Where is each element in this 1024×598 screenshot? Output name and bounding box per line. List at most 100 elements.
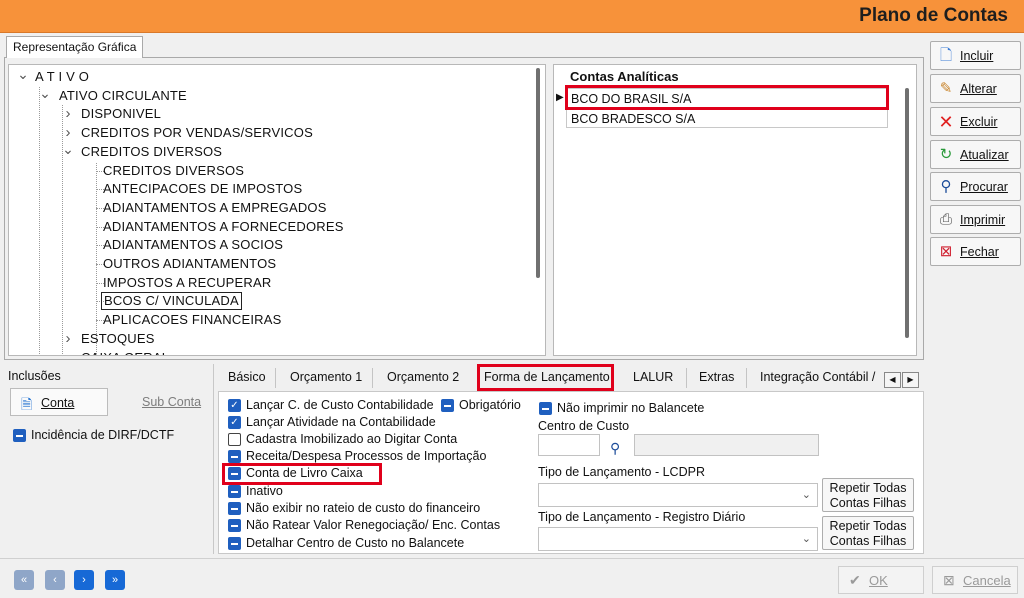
centro-custo-input[interactable] bbox=[538, 434, 600, 456]
detalhar-label: Detalhar Centro de Custo no Balancete bbox=[246, 536, 465, 550]
atividade-label: Lançar Atividade na Contabilidade bbox=[246, 415, 436, 429]
custo-label: Lançar C. de Custo Contabilidade bbox=[246, 398, 434, 412]
tree-node[interactable]: CREDITOS DIVERSOS bbox=[103, 162, 244, 180]
tree-node[interactable]: ADIANTAMENTOS A EMPREGADOS bbox=[103, 199, 327, 217]
nao-imprimir-checkbox[interactable] bbox=[539, 402, 552, 415]
tree-node[interactable]: ANTECIPACOES DE IMPOSTOS bbox=[103, 180, 302, 198]
ok-button[interactable]: ✔ OK bbox=[838, 566, 924, 594]
tab-scroll-arrows: ◀ ▶ bbox=[884, 372, 920, 388]
refresh-icon: ↻ bbox=[939, 146, 953, 163]
detalhar-checkbox[interactable] bbox=[228, 537, 241, 550]
cancel-icon: ⊠ bbox=[943, 572, 955, 588]
row-pointer-icon: ▶ bbox=[556, 92, 564, 103]
add-document-icon: 🗎 bbox=[21, 396, 33, 412]
inativo-label: Inativo bbox=[246, 484, 283, 498]
grid-scrollbar[interactable] bbox=[905, 88, 909, 338]
inclusoes-title: Inclusões bbox=[8, 369, 61, 383]
repetir-diario-button[interactable]: Repetir Todas Contas Filhas bbox=[822, 516, 914, 550]
tree-node[interactable]: APLICACOES FINANCEIRAS bbox=[103, 311, 282, 329]
tree-node[interactable]: CREDITOS POR VENDAS/SERVICOS bbox=[81, 124, 313, 142]
highlight-box-livro-caixa bbox=[222, 463, 382, 485]
imobilizado-label: Cadastra Imobilizado ao Digitar Conta bbox=[246, 432, 458, 446]
tab-lalur[interactable]: LALUR bbox=[633, 367, 673, 389]
tab-orcamento-1[interactable]: Orçamento 1 bbox=[290, 367, 362, 389]
tab-integracao-contabil[interactable]: Integração Contábil / bbox=[760, 367, 875, 389]
tree-node[interactable]: CAIXA GERAL bbox=[81, 349, 169, 356]
custo-checkbox[interactable]: ✓ bbox=[228, 399, 241, 412]
chevron-right-icon[interactable]: › bbox=[62, 124, 74, 142]
procurar-button[interactable]: ⚲ Procurar bbox=[930, 172, 1021, 201]
tree-node[interactable]: CREDITOS DIVERSOS bbox=[81, 143, 222, 161]
dirf-checkbox[interactable] bbox=[13, 429, 26, 442]
account-tree[interactable]: ⌄ A T I V O ⌄ ATIVO CIRCULANTE › DISPONIVEL › C… bbox=[8, 64, 546, 356]
tree-node[interactable]: ATIVO CIRCULANTE bbox=[59, 87, 187, 105]
tree-node[interactable]: ADIANTAMENTOS A SOCIOS bbox=[103, 236, 283, 254]
binoculars-icon: ⚲ bbox=[940, 178, 952, 195]
previous-record-icon[interactable]: ‹ bbox=[45, 570, 65, 590]
grid-header: Contas Analíticas bbox=[570, 69, 679, 84]
tree-node[interactable]: OUTROS ADIANTAMENTOS bbox=[103, 255, 276, 273]
tab-scroll-left-icon[interactable]: ◀ bbox=[884, 372, 901, 388]
next-record-icon[interactable]: › bbox=[74, 570, 94, 590]
tab-orcamento-2[interactable]: Orçamento 2 bbox=[387, 367, 459, 389]
tipo-lcdpr-select[interactable]: ⌄ bbox=[538, 483, 818, 507]
conta-button[interactable]: 🗎 Conta bbox=[10, 388, 108, 416]
sub-conta-button[interactable]: Sub Conta bbox=[112, 388, 210, 416]
tab-scroll-right-icon[interactable]: ▶ bbox=[902, 372, 919, 388]
tipo-diario-label: Tipo de Lançamento - Registro Diário bbox=[538, 510, 746, 524]
grid-row[interactable]: BCO BRADESCO S/A bbox=[566, 108, 888, 128]
close-window-icon: ⊠ bbox=[939, 243, 953, 260]
obrigatorio-checkbox[interactable] bbox=[441, 399, 454, 412]
receita-checkbox[interactable] bbox=[228, 450, 241, 463]
inativo-checkbox[interactable] bbox=[228, 485, 241, 498]
centro-custo-description bbox=[634, 434, 819, 456]
nao-rateio-checkbox[interactable] bbox=[228, 502, 241, 515]
incluir-button[interactable]: 🗋 Incluir bbox=[930, 41, 1021, 70]
chevron-down-icon[interactable]: ⌄ bbox=[62, 142, 74, 161]
window-title: Plano de Contas bbox=[859, 5, 1008, 26]
tab-extras[interactable]: Extras bbox=[699, 367, 734, 389]
dirf-label: Incidência de DIRF/DCTF bbox=[31, 428, 175, 442]
binoculars-search-icon[interactable]: ⚲ bbox=[610, 440, 620, 457]
receita-label: Receita/Despesa Processos de Importação bbox=[246, 449, 487, 463]
delete-x-icon: ✕ bbox=[938, 112, 954, 132]
tipo-lcdpr-label: Tipo de Lançamento - LCDPR bbox=[538, 465, 705, 479]
tree-scrollbar[interactable] bbox=[536, 68, 540, 278]
alterar-button[interactable]: ✎ Alterar bbox=[930, 74, 1021, 103]
first-record-icon[interactable]: « bbox=[14, 570, 34, 590]
tab-separator bbox=[746, 368, 747, 388]
tree-node[interactable]: A T I V O bbox=[35, 68, 89, 86]
tipo-diario-select[interactable]: ⌄ bbox=[538, 527, 818, 551]
chevron-right-icon[interactable]: › bbox=[62, 105, 74, 123]
atividade-checkbox[interactable]: ✓ bbox=[228, 416, 241, 429]
imprimir-button[interactable]: ⎙ Imprimir bbox=[930, 205, 1021, 234]
centro-custo-label: Centro de Custo bbox=[538, 419, 630, 433]
last-record-icon[interactable]: » bbox=[105, 570, 125, 590]
nao-imprimir-label: Não imprimir no Balancete bbox=[557, 401, 705, 415]
fechar-button[interactable]: ⊠ Fechar bbox=[930, 237, 1021, 266]
tree-guide-line bbox=[39, 87, 40, 355]
tab-separator bbox=[372, 368, 373, 388]
tree-node[interactable]: IMPOSTOS A RECUPERAR bbox=[103, 274, 271, 292]
printer-icon: ⎙ bbox=[939, 211, 952, 228]
atualizar-button[interactable]: ↻ Atualizar bbox=[930, 140, 1021, 169]
tree-node[interactable]: DISPONIVEL bbox=[81, 105, 161, 123]
chevron-down-icon[interactable]: ⌄ bbox=[17, 67, 29, 86]
edit-pencil-icon: ✎ bbox=[939, 80, 953, 97]
nao-ratear-checkbox[interactable] bbox=[228, 519, 241, 532]
tree-node[interactable]: ESTOQUES bbox=[81, 330, 155, 348]
imobilizado-checkbox[interactable] bbox=[228, 433, 241, 446]
tree-node[interactable]: BCOS C/ VINCULADA bbox=[101, 292, 242, 311]
cancela-button[interactable]: ⊠ Cancela bbox=[932, 566, 1018, 594]
chevron-down-icon: ⌄ bbox=[801, 489, 811, 501]
tree-node[interactable]: ADIANTAMENTOS A FORNECEDORES bbox=[103, 218, 344, 236]
tab-representacao-grafica[interactable]: Representação Gráfica bbox=[6, 36, 144, 58]
tab-basico[interactable]: Básico bbox=[228, 367, 266, 389]
excluir-button[interactable]: ✕ Excluir bbox=[930, 107, 1021, 136]
repetir-lcdpr-button[interactable]: Repetir Todas Contas Filhas bbox=[822, 478, 914, 512]
chevron-right-icon[interactable]: › bbox=[62, 330, 74, 348]
tab-separator bbox=[275, 368, 276, 388]
obrigatorio-label: Obrigatório bbox=[459, 398, 521, 412]
chevron-down-icon[interactable]: ⌄ bbox=[39, 86, 51, 105]
chevron-down-icon: ⌄ bbox=[801, 533, 811, 545]
